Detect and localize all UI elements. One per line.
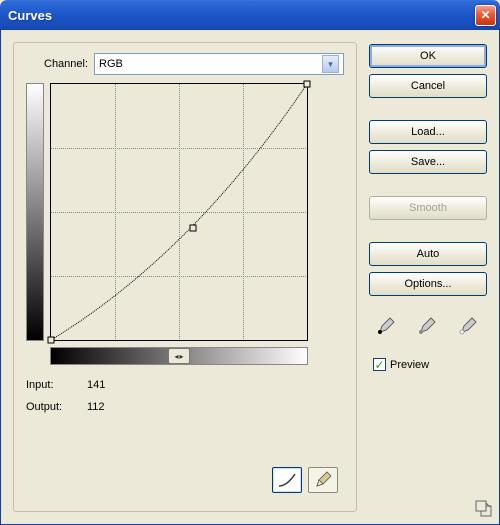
output-label: Output: <box>26 401 81 413</box>
resize-grip[interactable] <box>475 500 493 518</box>
input-gradient-strip[interactable]: ◂ ▸ <box>50 347 308 365</box>
eyedropper-icon <box>417 314 439 336</box>
pencil-icon <box>314 471 332 489</box>
input-strip-row: ◂ ▸ <box>50 347 344 365</box>
chevron-down-icon: ▾ <box>322 55 339 73</box>
options-button[interactable]: Options... <box>369 272 487 296</box>
check-icon: ✓ <box>374 359 384 371</box>
title-bar[interactable]: Curves ✕ <box>0 0 500 30</box>
cancel-button[interactable]: Cancel <box>369 74 487 98</box>
curves-panel: Channel: RGB ▾ <box>13 42 357 512</box>
curve-grid[interactable] <box>50 83 308 341</box>
pencil-tool[interactable] <box>308 467 338 493</box>
curve-point-mid[interactable] <box>189 224 196 231</box>
input-label: Input: <box>26 379 81 391</box>
curve-point-highlight[interactable] <box>304 81 311 88</box>
channel-value: RGB <box>99 58 322 70</box>
dialog-body: Channel: RGB ▾ <box>0 30 500 525</box>
eyedropper-black[interactable] <box>372 312 402 338</box>
curve-column: ◂ ▸ <box>50 83 344 365</box>
smooth-button: Smooth <box>369 196 487 220</box>
curve-icon <box>277 472 297 488</box>
input-row: Input: 141 <box>26 379 344 391</box>
load-button[interactable]: Load... <box>369 120 487 144</box>
preview-row: ✓ Preview <box>373 358 487 371</box>
arrow-left-icon: ◂ <box>174 352 178 361</box>
channel-row: Channel: RGB ▾ <box>44 53 344 75</box>
curve-area: ◂ ▸ <box>26 83 344 365</box>
curve-path <box>51 84 307 340</box>
gradient-midpoint-handle[interactable]: ◂ ▸ <box>168 348 190 364</box>
curve-point-shadow[interactable] <box>48 337 55 344</box>
resize-grip-icon <box>475 500 493 518</box>
curve-point-tool[interactable] <box>272 467 302 493</box>
output-gradient-strip <box>26 83 44 341</box>
auto-button[interactable]: Auto <box>369 242 487 266</box>
close-icon: ✕ <box>480 8 490 22</box>
eyedropper-gray[interactable] <box>413 312 443 338</box>
eyedropper-row <box>369 312 487 338</box>
curve-tools <box>272 467 338 493</box>
channel-label: Channel: <box>44 58 88 70</box>
arrow-right-icon: ▸ <box>180 352 184 361</box>
channel-select[interactable]: RGB ▾ <box>94 53 344 75</box>
output-value: 112 <box>87 401 117 413</box>
save-button[interactable]: Save... <box>369 150 487 174</box>
eyedropper-white[interactable] <box>454 312 484 338</box>
input-value: 141 <box>87 379 117 391</box>
preview-checkbox[interactable]: ✓ <box>373 358 386 371</box>
close-button[interactable]: ✕ <box>475 5 496 26</box>
ok-button[interactable]: OK <box>369 44 487 68</box>
window-title: Curves <box>8 8 475 23</box>
output-row: Output: 112 <box>26 401 344 413</box>
button-column: OK Cancel Load... Save... Smooth Auto Op… <box>369 42 487 512</box>
eyedropper-icon <box>376 314 398 336</box>
preview-label: Preview <box>390 359 429 371</box>
eyedropper-icon <box>458 314 480 336</box>
